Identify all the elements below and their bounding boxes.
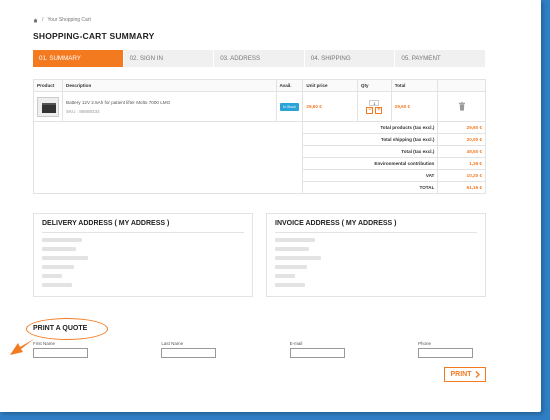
col-avail: Avail. <box>275 79 304 92</box>
email-label: E-mail <box>289 341 303 346</box>
print-button[interactable]: PRINT <box>444 367 486 382</box>
trash-icon[interactable] <box>458 102 466 111</box>
delivery-address-lines <box>42 238 244 287</box>
delivery-address-title: DELIVERY ADDRESS ( MY ADDRESS ) <box>42 220 244 233</box>
last-name-field: Last Name <box>161 341 217 358</box>
step-address[interactable]: 03. ADDRESS <box>214 50 305 67</box>
summary-label: Environmental contribution <box>302 157 439 170</box>
checkout-steps: 01. SUMMARY 02. SIGN IN 03. ADDRESS 04. … <box>33 50 486 67</box>
cart-header-row: Product Description Avail. Unit price Qt… <box>33 79 486 92</box>
step-sign-in[interactable]: 02. SIGN IN <box>123 50 215 67</box>
arrow-pointer-icon <box>10 339 34 355</box>
summary-value: 1,36 € <box>437 157 486 170</box>
invoice-address-box: INVOICE ADDRESS ( MY ADDRESS ) <box>266 213 486 297</box>
product-description[interactable]: Battery 12V 2.5Ah for patient lifter Mol… <box>66 100 170 105</box>
summary-row: Total products (tax excl.) 29,60 € <box>32 121 486 194</box>
first-name-input[interactable] <box>33 348 88 358</box>
quantity-input[interactable]: 1 <box>369 99 380 106</box>
col-total: Total <box>390 79 439 92</box>
summary-value: 20,00 € <box>437 133 486 146</box>
col-description: Description <box>62 79 277 92</box>
step-shipping[interactable]: 04. SHIPPING <box>304 50 396 67</box>
breadcrumb-current: Your Shopping Cart <box>47 17 91 23</box>
quote-fields: First Name Last Name E-mail Phone <box>33 341 473 358</box>
page-title: SHOPPING-CART SUMMARY <box>33 31 155 41</box>
col-actions <box>437 79 486 92</box>
last-name-label: Last Name <box>161 341 184 346</box>
step-payment[interactable]: 05. PAYMENT <box>395 50 486 67</box>
product-image[interactable] <box>37 96 59 117</box>
phone-input[interactable] <box>417 348 473 358</box>
stock-badge: In Stock <box>280 102 299 111</box>
first-name-field: First Name <box>33 341 88 358</box>
summary-value: 10,20 € <box>437 169 486 182</box>
quote-title: PRINT A QUOTE <box>33 325 88 332</box>
breadcrumb-separator: / <box>42 17 44 23</box>
product-ref: SKU : 88889334 <box>66 108 100 114</box>
invoice-address-title: INVOICE ADDRESS ( MY ADDRESS ) <box>275 220 477 233</box>
print-label: PRINT <box>450 371 472 378</box>
col-product: Product <box>33 79 63 92</box>
breadcrumb: / Your Shopping Cart <box>33 17 91 23</box>
total-label: TOTAL <box>302 181 439 194</box>
delivery-address-box: DELIVERY ADDRESS ( MY ADDRESS ) <box>33 213 253 297</box>
line-total: 29,60 € <box>390 91 439 122</box>
summary-label: Total products (tax excl.) <box>302 121 439 134</box>
total-value: 61,16 € <box>437 181 486 194</box>
email-field: E-mail <box>289 341 345 358</box>
page-frame: / Your Shopping Cart SHOPPING-CART SUMMA… <box>0 0 541 412</box>
col-unit-price: Unit price <box>302 79 358 92</box>
cart-table: Product Description Avail. Unit price Qt… <box>32 79 486 194</box>
chevron-right-icon <box>475 371 480 378</box>
phone-label: Phone <box>417 341 431 346</box>
phone-field: Phone <box>417 341 473 358</box>
summary-label: Total shipping (tax excl.) <box>302 133 439 146</box>
home-icon[interactable] <box>33 18 38 23</box>
summary-label: VAT <box>302 169 439 182</box>
summary-value: 29,60 € <box>437 121 486 134</box>
unit-price: 29,60 € <box>302 91 358 122</box>
email-input[interactable] <box>289 348 345 358</box>
first-name-label: First Name <box>33 341 56 346</box>
qty-plus-button[interactable]: + <box>375 106 383 114</box>
cart-item-row: Battery 12V 2.5Ah for patient lifter Mol… <box>33 91 486 122</box>
summary-value: 49,50 € <box>437 145 486 158</box>
last-name-input[interactable] <box>161 348 217 358</box>
step-summary[interactable]: 01. SUMMARY <box>33 50 124 67</box>
qty-minus-button[interactable]: − <box>366 106 374 114</box>
invoice-address-lines <box>275 238 477 287</box>
summary-label: Total (tax excl.) <box>302 145 439 158</box>
col-qty: Qty <box>356 79 392 92</box>
